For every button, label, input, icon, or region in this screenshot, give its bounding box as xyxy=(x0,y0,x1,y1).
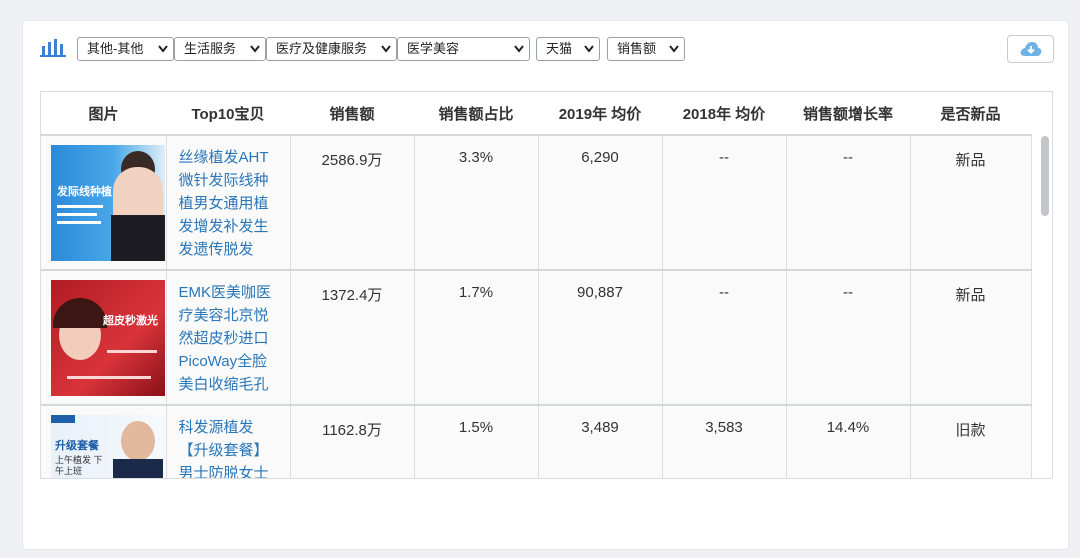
price2019-cell: 3,489 xyxy=(538,405,663,478)
table-header-row: 图片 Top10宝贝 销售额 销售额占比 2019年 均价 2018年 均价 销… xyxy=(41,92,1031,136)
table-row: 超皮秒激光 EMK医美咖医疗美容北京悦然超皮秒进口PicoWay全脸美白收缩毛孔… xyxy=(41,270,1032,406)
growth-cell: -- xyxy=(786,135,911,271)
chevron-down-icon xyxy=(381,45,391,53)
growth-cell: 14.4% xyxy=(786,405,911,478)
category-level1-value: 其他-其他 xyxy=(87,41,144,56)
product-title-link[interactable]: 丝缘植发AHT微针发际线种植男女通用植发增发补发生发遗传脱发 xyxy=(166,135,291,271)
thumbnail-subtext: 上午植发 下午上班 xyxy=(55,455,103,476)
growth-cell: -- xyxy=(786,270,911,406)
share-cell: 1.5% xyxy=(414,405,539,478)
is-new-cell: 新品 xyxy=(910,135,1032,271)
chevron-down-icon xyxy=(158,45,168,53)
image-cell: 超皮秒激光 xyxy=(41,270,167,406)
price2018-cell: 3,583 xyxy=(662,405,787,478)
category-level4-select[interactable]: 医学美容 xyxy=(397,37,530,61)
is-new-cell: 旧款 xyxy=(910,405,1032,478)
col-header-growth[interactable]: 销售额增长率 xyxy=(786,92,910,136)
product-thumbnail[interactable]: 超皮秒激光 xyxy=(51,280,165,396)
share-cell: 1.7% xyxy=(414,270,539,406)
product-thumbnail[interactable]: 发际线种植 xyxy=(51,145,165,261)
platform-value: 天猫 xyxy=(546,41,573,56)
product-title-link[interactable]: EMK医美咖医疗美容北京悦然超皮秒进口PicoWay全脸美白收缩毛孔 xyxy=(166,270,291,406)
price2019-cell: 6,290 xyxy=(538,135,663,271)
category-level3-value: 医疗及健康服务 xyxy=(276,41,368,56)
report-panel: 其他-其他 生活服务 医疗及健康服务 医学美容 天猫 销售额 图片 Top10宝… xyxy=(22,20,1069,550)
share-cell: 3.3% xyxy=(414,135,539,271)
chevron-down-icon xyxy=(669,45,679,53)
chevron-down-icon xyxy=(514,45,524,53)
download-button[interactable] xyxy=(1007,35,1054,63)
image-cell: 发际线种植 xyxy=(41,135,167,271)
col-header-share[interactable]: 销售额占比 xyxy=(414,92,538,136)
category-level3-select[interactable]: 医疗及健康服务 xyxy=(266,37,397,61)
platform-select[interactable]: 天猫 xyxy=(536,37,600,61)
table-row: 升级套餐 上午植发 下午上班 科发源植发【升级套餐】男士防脱女士 1162.8万… xyxy=(41,405,1032,478)
table-scrollbar[interactable] xyxy=(1041,136,1049,216)
bar-chart-icon[interactable] xyxy=(40,37,68,57)
category-level2-value: 生活服务 xyxy=(184,41,237,56)
thumbnail-text: 超皮秒激光 xyxy=(103,315,158,327)
chevron-down-icon xyxy=(584,45,594,53)
chevron-down-icon xyxy=(250,45,260,53)
metric-select[interactable]: 销售额 xyxy=(607,37,685,61)
product-thumbnail[interactable]: 升级套餐 上午植发 下午上班 xyxy=(51,415,165,478)
col-header-is-new[interactable]: 是否新品 xyxy=(910,92,1031,136)
sales-cell: 2586.9万 xyxy=(290,135,415,271)
cloud-download-icon xyxy=(1020,42,1042,56)
sales-cell: 1372.4万 xyxy=(290,270,415,406)
price2018-cell: -- xyxy=(662,270,787,406)
col-header-top10[interactable]: Top10宝贝 xyxy=(166,92,290,136)
category-level2-select[interactable]: 生活服务 xyxy=(174,37,266,61)
product-title-link[interactable]: 科发源植发【升级套餐】男士防脱女士 xyxy=(166,405,291,478)
thumbnail-text: 升级套餐 xyxy=(55,440,99,452)
thumbnail-text: 发际线种植 xyxy=(57,186,112,198)
top10-table: 图片 Top10宝贝 销售额 销售额占比 2019年 均价 2018年 均价 销… xyxy=(40,91,1053,479)
category-level1-select[interactable]: 其他-其他 xyxy=(77,37,174,61)
price2018-cell: -- xyxy=(662,135,787,271)
table-row: 发际线种植 丝缘植发AHT微针发际线种植男女通用植发增发补发生发遗传脱发 258… xyxy=(41,135,1032,271)
image-cell: 升级套餐 上午植发 下午上班 xyxy=(41,405,167,478)
col-header-price2019[interactable]: 2019年 均价 xyxy=(538,92,662,136)
col-header-sales[interactable]: 销售额 xyxy=(290,92,414,136)
col-header-image: 图片 xyxy=(41,92,166,136)
category-level4-value: 医学美容 xyxy=(407,41,460,56)
col-header-price2018[interactable]: 2018年 均价 xyxy=(662,92,786,136)
sales-cell: 1162.8万 xyxy=(290,405,415,478)
filter-toolbar: 其他-其他 生活服务 医疗及健康服务 医学美容 天猫 销售额 xyxy=(23,21,1068,78)
is-new-cell: 新品 xyxy=(910,270,1032,406)
metric-value: 销售额 xyxy=(617,41,657,56)
price2019-cell: 90,887 xyxy=(538,270,663,406)
